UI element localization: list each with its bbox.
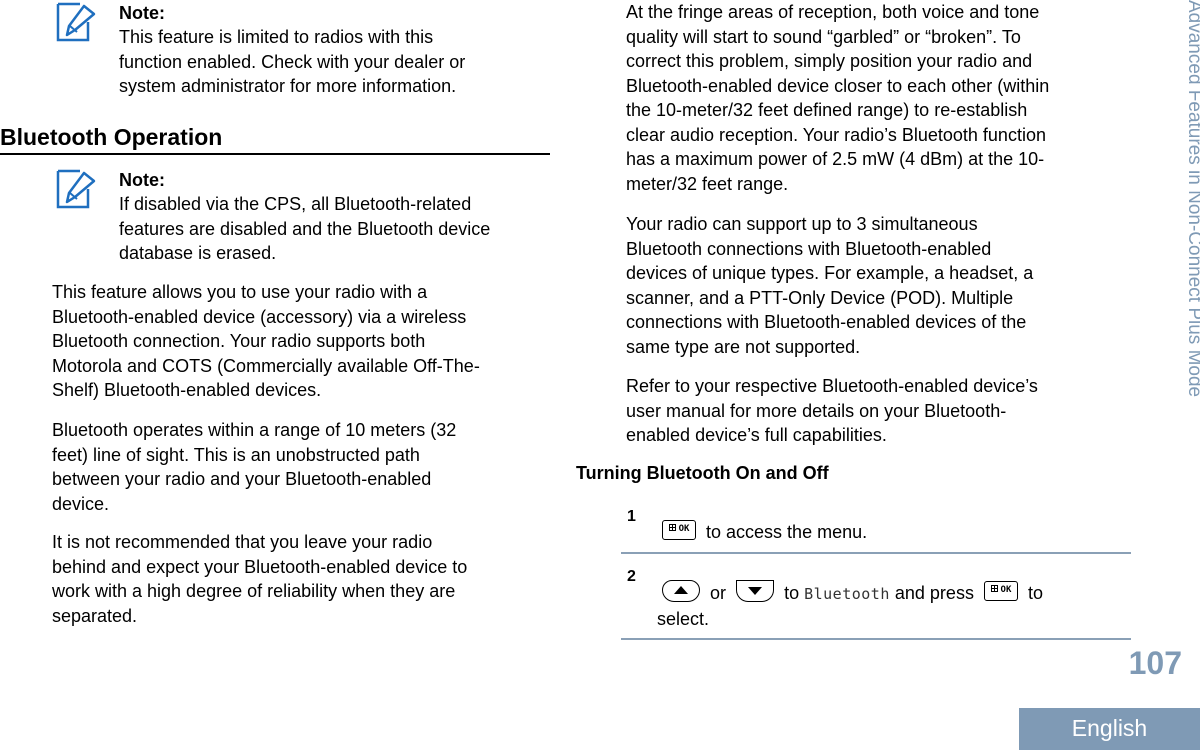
text-line: Bluetooth operates within a range of 10 … — [52, 420, 457, 440]
text-line: scanner, and a PTT-Only Device (POD). Mu… — [626, 287, 1014, 308]
text-line: If disabled via the CPS, all Bluetooth-r… — [119, 194, 472, 214]
menu-ok-key-icon: OK — [983, 581, 1018, 602]
text-line: meter/32 feet range. — [626, 173, 789, 194]
note-pencil-icon — [56, 2, 96, 42]
text-line: user manual for more details on your Blu… — [626, 400, 1007, 421]
subheading: Turning Bluetooth On and Off — [576, 463, 829, 483]
text-line: clear audio reception. Your radio’s Blue… — [626, 124, 1046, 145]
text-line: separated. — [52, 605, 138, 626]
note-text: If disabled via the CPS, all Bluetooth-r… — [119, 192, 559, 266]
text-line: Bluetooth connection. Your radio support… — [52, 331, 426, 351]
text-line: Shelf) Bluetooth-enabled devices. — [52, 380, 322, 400]
step-text: or — [710, 583, 727, 603]
step-text: to — [1027, 583, 1043, 603]
down-arrow-key-icon — [736, 580, 775, 603]
text-line: At the fringe areas of reception, both v… — [626, 2, 1040, 22]
note-2: Note: If disabled via the CPS, all Bluet… — [119, 168, 559, 266]
note-pencil-icon — [56, 169, 96, 209]
step-text: and press — [894, 583, 974, 603]
note-text: This feature is limited to radios with t… — [119, 25, 559, 99]
text-line: Bluetooth connections with Bluetooth-ena… — [626, 238, 992, 259]
text-line: Bluetooth-enabled device (accessory) via… — [52, 306, 467, 327]
step-text: select. — [657, 609, 710, 629]
text-line: behind and expect your Bluetooth-enabled… — [52, 556, 468, 577]
text-line: the 10-meter/32 feet defined range) to r… — [626, 100, 1028, 120]
step-divider — [621, 638, 1131, 640]
paragraph: Your radio can support up to 3 simultane… — [626, 212, 1136, 359]
step-2: or to Bluetooth and press OK to — [662, 580, 1043, 607]
text-line: work with a high degree of reliability w… — [52, 581, 456, 601]
text-line: device. — [52, 493, 110, 514]
text-line: devices of unique types. For example, a … — [626, 263, 1034, 283]
text-line: function enabled. Check with your dealer… — [119, 51, 466, 72]
step-number: 1 — [627, 508, 636, 525]
step-1: OK to access the menu. — [662, 520, 867, 545]
note-label: Note: — [119, 170, 165, 190]
step-divider — [621, 552, 1131, 554]
text-line: system administrator for more informatio… — [119, 76, 457, 96]
running-header: Advanced Features in Non-Connect Plus Mo… — [1160, 0, 1200, 480]
section-title: Bluetooth Operation — [0, 122, 550, 155]
text-line: database is erased. — [119, 243, 277, 263]
menu-item-name: Bluetooth — [804, 585, 890, 603]
text-line: between your radio and your Bluetooth-en… — [52, 469, 432, 489]
page-number: 107 — [1128, 645, 1182, 681]
text-line: features are disabled and the Bluetooth … — [119, 218, 491, 239]
running-header-text: Advanced Features in Non-Connect Plus Mo… — [1184, 0, 1200, 398]
text-line: enabled device’s full capabilities. — [626, 425, 887, 445]
text-line: This feature allows you to use your radi… — [52, 282, 428, 302]
text-line: Bluetooth-enabled device closer to each … — [626, 75, 1050, 96]
text-line: correct this problem, simply position yo… — [626, 51, 1033, 71]
text-line: Refer to your respective Bluetooth-enabl… — [626, 376, 1038, 396]
text-line: same type are not supported. — [626, 336, 861, 357]
paragraph: Bluetooth operates within a range of 10 … — [52, 418, 552, 516]
step-text: to — [784, 583, 800, 603]
paragraph: At the fringe areas of reception, both v… — [626, 0, 1136, 196]
paragraph: Refer to your respective Bluetooth-enabl… — [626, 374, 1136, 448]
text-line: This feature is limited to radios with t… — [119, 27, 434, 47]
text-line: connections with Bluetooth-enabled devic… — [626, 312, 1027, 332]
note-label: Note: — [119, 3, 165, 23]
paragraph: It is not recommended that you leave you… — [52, 530, 552, 628]
note-1: Note: This feature is limited to radios … — [119, 1, 559, 99]
up-arrow-key-icon — [662, 580, 700, 603]
step-text: to access the menu. — [706, 522, 868, 542]
text-line: It is not recommended that you leave you… — [52, 532, 433, 552]
language-tab: English — [1019, 708, 1200, 750]
text-line: Motorola and COTS (Commercially availabl… — [52, 355, 480, 376]
text-line: has a maximum power of 2.5 mW (4 dBm) at… — [626, 149, 1045, 169]
text-line: quality will start to sound “garbled” or… — [626, 26, 1021, 47]
text-line: feet) line of sight. This is an unobstru… — [52, 444, 420, 465]
text-line: Your radio can support up to 3 simultane… — [626, 214, 978, 234]
menu-ok-key-icon: OK — [662, 520, 696, 541]
paragraph: This feature allows you to use your radi… — [52, 280, 552, 403]
step-number: 2 — [627, 568, 636, 585]
